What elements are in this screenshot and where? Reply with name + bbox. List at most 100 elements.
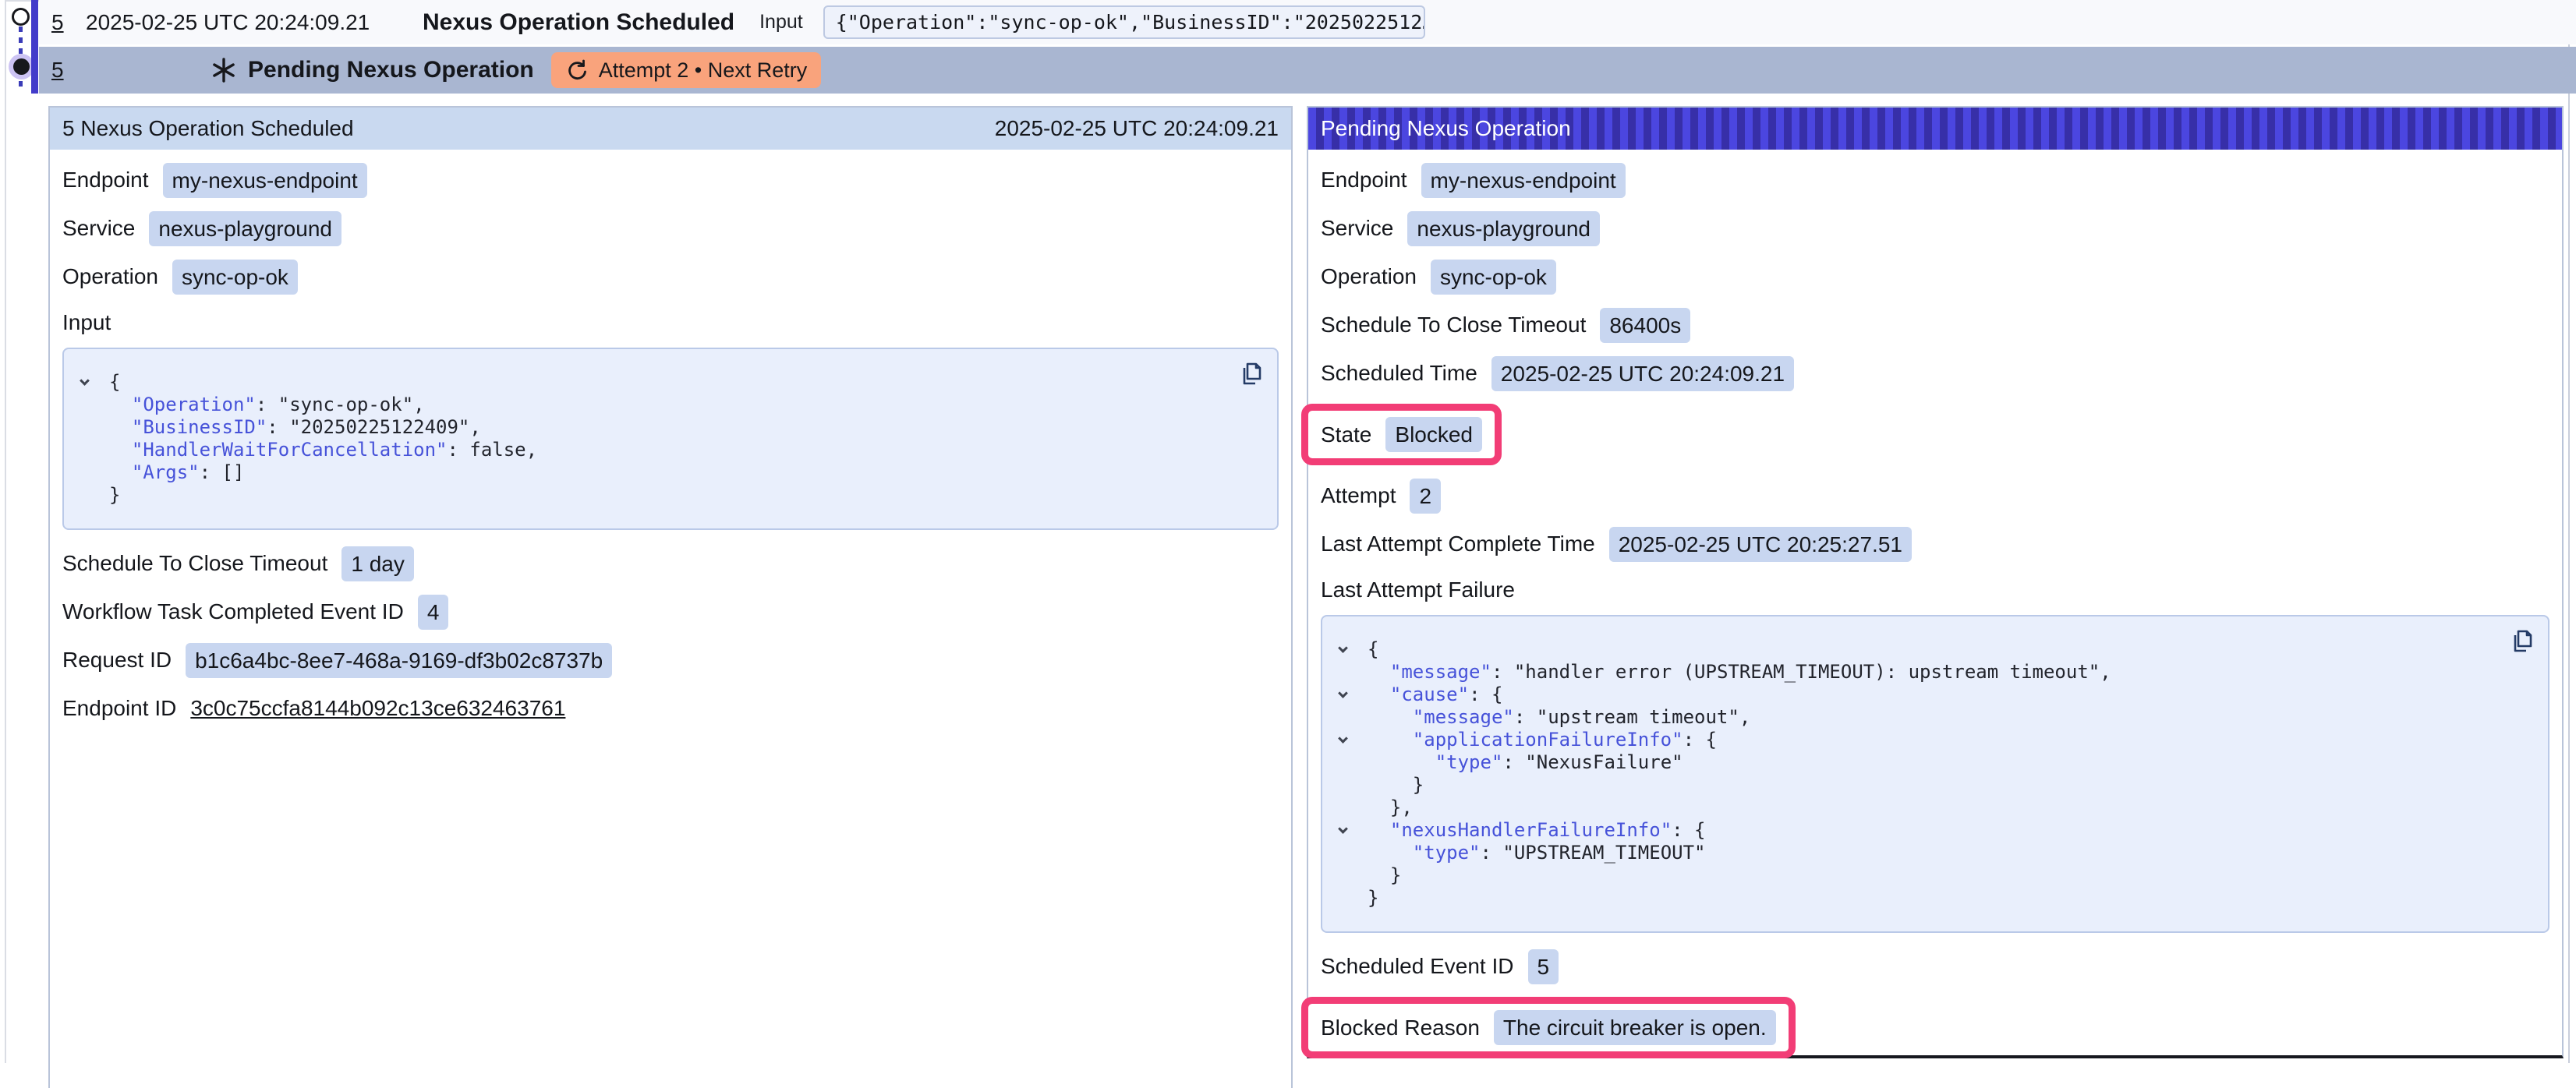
field-row-state: StateBlocked	[1301, 404, 1502, 465]
field-row-schedule-to-close-timeout: Schedule To Close Timeout 1 day	[62, 546, 414, 581]
field-row-blocked-reason: Blocked Reason The circuit breaker is ope…	[1301, 997, 1796, 1058]
frame-right-border	[2568, 0, 2570, 1063]
field-label: Endpoint ID	[62, 696, 176, 721]
input-section-label: Input	[62, 307, 1279, 338]
code-text: "cause": {	[1368, 684, 1502, 706]
event-detail-panel-scheduled: 5 Nexus Operation Scheduled 2025-02-25 U…	[48, 106, 1293, 1088]
collapse-chevron-icon[interactable]	[81, 371, 109, 394]
code-line: "applicationFailureInfo": {	[1339, 729, 2531, 751]
gutter-spacer	[81, 416, 109, 439]
field-row-service: Servicenexus-playground	[62, 210, 341, 246]
field-label: Request ID	[62, 648, 172, 673]
field-label: Schedule To Close Timeout	[1321, 313, 1586, 337]
collapse-chevron-icon[interactable]	[1339, 684, 1368, 706]
frame-left-border	[5, 0, 6, 1063]
field-label: Operation	[1321, 264, 1417, 289]
code-text: }	[1368, 864, 1401, 887]
gutter-spacer	[1339, 842, 1368, 864]
field-value[interactable]: 3c0c75ccfa8144b092c13ce632463761	[190, 696, 565, 721]
event-input-label: Input	[759, 11, 803, 34]
code-text: "applicationFailureInfo": {	[1368, 729, 1717, 751]
collapse-chevron-icon[interactable]	[1339, 819, 1368, 842]
gutter-spacer	[1339, 706, 1368, 729]
copy-icon[interactable]	[2507, 627, 2535, 655]
field-row-operation: Operationsync-op-ok	[1321, 259, 1556, 295]
field-value: 2025-02-25 UTC 20:24:09.21	[1491, 356, 1794, 391]
retry-attempt-badge: Attempt 2 • Next Retry	[551, 52, 822, 88]
temporal-event-history-screen: { "colors": { "accent_indigo": "#4b46e0"…	[0, 0, 2576, 1063]
field-label: Endpoint	[62, 168, 149, 193]
retry-icon	[565, 58, 589, 82]
code-line: }	[1339, 887, 2531, 910]
event-row-pending-nexus-operation[interactable]: 5 Pending Nexus Operation Attempt 2 • Ne…	[39, 47, 2576, 94]
event-row-nexus-operation-scheduled[interactable]: 5 2025-02-25 UTC 20:24:09.21 Nexus Opera…	[39, 0, 2576, 44]
field-row-schedule-to-close-timeout: Schedule To Close Timeout 86400s	[1321, 307, 1690, 343]
field-row-workflow-task-completed-event-id: Workflow Task Completed Event ID4	[62, 594, 448, 630]
gutter-spacer	[81, 461, 109, 484]
field-label: Scheduled Event ID	[1321, 954, 1514, 979]
code-line: "Args": []	[81, 461, 1260, 484]
field-row-endpoint: Endpointmy-nexus-endpoint	[1321, 162, 1626, 198]
copy-icon[interactable]	[1237, 360, 1265, 388]
code-text: "nexusHandlerFailureInfo": {	[1368, 819, 1706, 842]
code-text: "message": "upstream timeout",	[1368, 706, 1750, 729]
field-label: Scheduled Time	[1321, 361, 1477, 386]
code-text: }	[1368, 774, 1424, 797]
gutter-spacer	[81, 439, 109, 461]
pending-operation-title: Pending Nexus Operation	[248, 57, 534, 83]
field-label: Service	[62, 216, 135, 241]
field-label: Service	[1321, 216, 1393, 241]
gutter-spacer	[1339, 774, 1368, 797]
code-line: "message": "handler error (UPSTREAM_TIME…	[1339, 661, 2531, 684]
field-value: 5	[1528, 949, 1559, 984]
panel-header-timestamp: 2025-02-25 UTC 20:24:09.21	[995, 116, 1279, 141]
field-row-service: Service nexus-playground	[1321, 210, 1600, 246]
field-value: my-nexus-endpoint	[1421, 163, 1626, 198]
field-value: 86400s	[1600, 308, 1690, 343]
panel-header-title: 5 Nexus Operation Scheduled	[62, 116, 354, 141]
collapse-chevron-icon[interactable]	[1339, 729, 1368, 751]
code-line: },	[1339, 797, 2531, 819]
last-attempt-failure-label: Last Attempt Failure	[1321, 574, 2549, 606]
code-text: {	[109, 371, 120, 394]
field-label: Workflow Task Completed Event ID	[62, 599, 404, 624]
field-row-request-id: Request ID b1c6a4bc-8ee7-468a-9169-df3b02…	[62, 642, 612, 678]
field-value: b1c6a4bc-8ee7-468a-9169-df3b02c8737b	[186, 643, 612, 678]
selected-rows-indicator-bar	[31, 0, 38, 94]
field-label: Blocked Reason	[1321, 1016, 1480, 1040]
code-line: "cause": {	[1339, 684, 2531, 706]
panel-header-striped: Pending Nexus Operation	[1308, 108, 2562, 150]
field-value: sync-op-ok	[172, 260, 298, 295]
field-value: nexus-playground	[1407, 211, 1600, 246]
field-value: Blocked	[1385, 417, 1482, 452]
field-row-endpoint-id: Endpoint ID 3c0c75ccfa8144b092c13ce632463…	[62, 691, 565, 726]
gutter-spacer	[1339, 751, 1368, 774]
code-text: {	[1368, 638, 1378, 661]
field-value: 2	[1410, 479, 1441, 514]
field-label: Schedule To Close Timeout	[62, 551, 327, 576]
field-value: 1 day	[341, 546, 414, 581]
field-row-last-attempt-complete-time: Last Attempt Complete Time 2025-02-25 UTC…	[1321, 526, 1912, 562]
field-value: 2025-02-25 UTC 20:25:27.51	[1609, 527, 1912, 562]
nexus-asterisk-icon	[211, 57, 237, 83]
event-timestamp: 2025-02-25 UTC 20:24:09.21	[86, 10, 391, 35]
event-id-link[interactable]: 5	[51, 58, 69, 83]
code-line: "type": "UPSTREAM_TIMEOUT"	[1339, 842, 2531, 864]
field-label: Last Attempt Complete Time	[1321, 532, 1595, 556]
event-input-preview-chip[interactable]: {"Operation":"sync-op-ok","BusinessID":"…	[823, 5, 1425, 39]
code-text: },	[1368, 797, 1413, 819]
code-text: "message": "handler error (UPSTREAM_TIME…	[1368, 661, 2111, 684]
panel-header-title: Pending Nexus Operation	[1321, 116, 1571, 141]
input-json-codeblock: { "Operation": "sync-op-ok", "BusinessID…	[62, 348, 1279, 530]
code-text: }	[1368, 887, 1378, 910]
gutter-spacer	[1339, 797, 1368, 819]
field-value: The circuit breaker is open.	[1494, 1010, 1776, 1045]
gutter-spacer	[1339, 887, 1368, 910]
field-row-scheduled-time: Scheduled Time 2025-02-25 UTC 20:24:09.21	[1321, 355, 1794, 391]
code-line: }	[1339, 864, 2531, 887]
event-id-link[interactable]: 5	[51, 10, 69, 35]
collapse-chevron-icon[interactable]	[1339, 638, 1368, 661]
code-line: "Operation": "sync-op-ok",	[81, 394, 1260, 416]
field-row-scheduled-event-id: Scheduled Event ID 5	[1321, 948, 1559, 984]
panel-content: Endpointmy-nexus-endpointServicenexus-pl…	[50, 162, 1291, 726]
